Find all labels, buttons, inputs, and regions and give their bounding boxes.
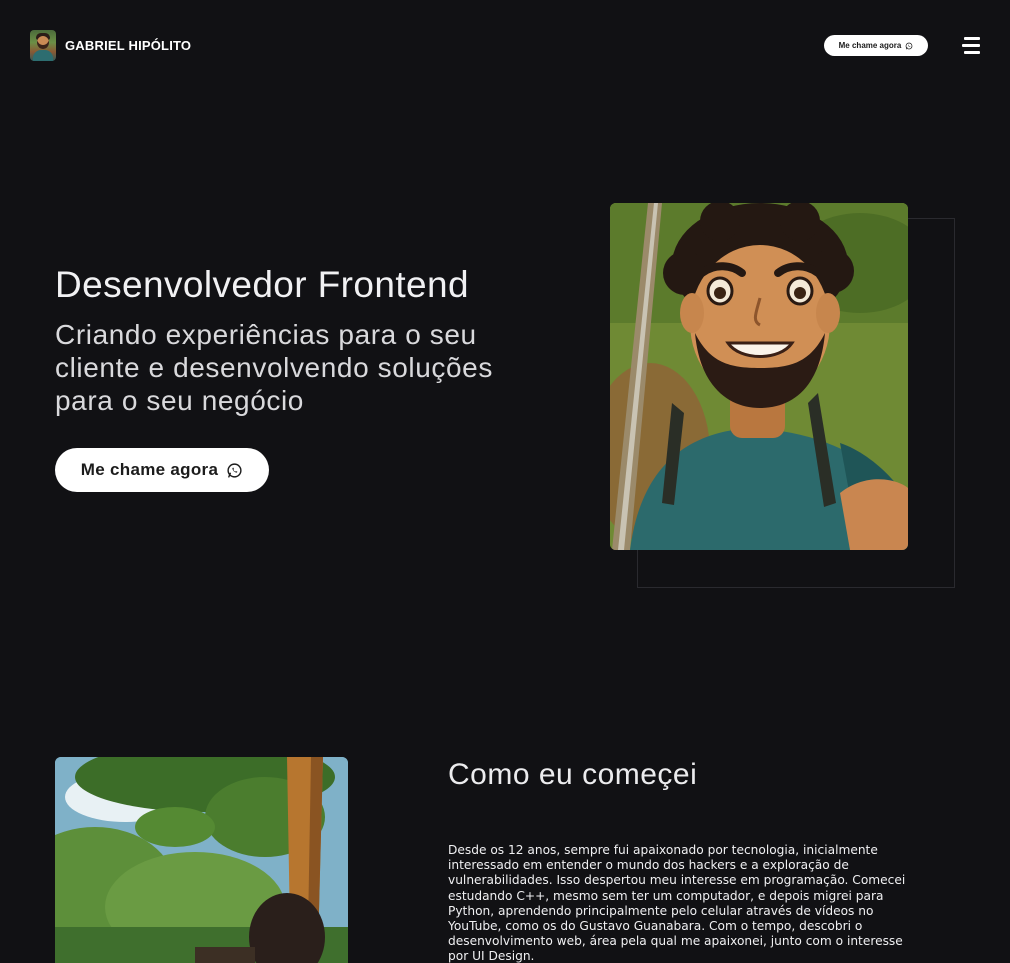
brand-avatar [30,30,56,61]
hero-subtitle: Criando experiências para o seu cliente … [55,319,493,416]
hero-portrait-image [610,203,908,550]
about-illustration-image [55,757,348,963]
header-contact-button[interactable]: Me chame agora [824,35,928,56]
hero-contact-button[interactable]: Me chame agora [55,448,269,492]
hero-title: Desenvolvedor Frontend [55,264,469,305]
menu-button[interactable] [962,37,980,54]
header-contact-label: Me chame agora [838,41,902,50]
whatsapp-icon [905,42,913,49]
whatsapp-icon [227,462,242,478]
site-header: GABRIEL HIPÓLITO Me chame agora [0,0,1010,90]
hamburger-icon [964,37,980,40]
hero-contact-label: Me chame agora [80,460,219,479]
about-paragraph: Desde os 12 anos, sempre fui apaixonado … [448,843,906,963]
forest-illustration [55,757,348,963]
brand-link[interactable]: GABRIEL HIPÓLITO [30,30,191,61]
about-title: Como eu começei [448,758,698,791]
portrait-illustration [610,203,908,550]
brand-name: GABRIEL HIPÓLITO [65,38,192,53]
